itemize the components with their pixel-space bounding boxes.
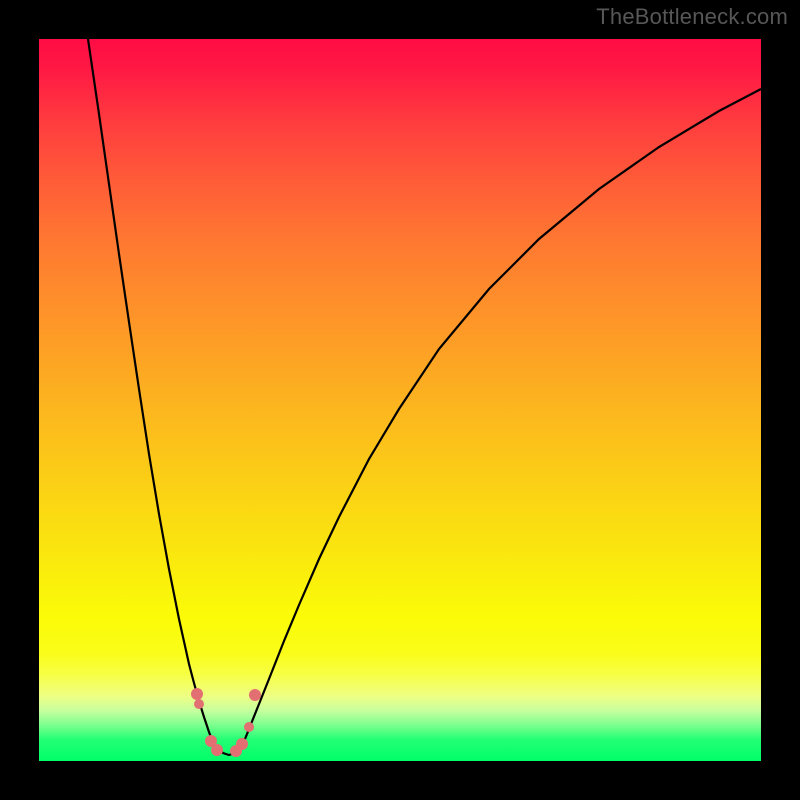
data-marker [236, 738, 248, 750]
curve-right-branch [245, 89, 761, 739]
data-marker [211, 744, 223, 756]
data-marker [249, 689, 261, 701]
data-marker [244, 722, 254, 732]
data-markers [191, 688, 261, 757]
chart-svg [39, 39, 761, 761]
outer-frame: TheBottleneck.com [0, 0, 800, 800]
attribution-label: TheBottleneck.com [596, 4, 788, 30]
curve-left-branch [88, 39, 212, 740]
plot-area [39, 39, 761, 761]
data-marker [194, 699, 204, 709]
data-marker [191, 688, 203, 700]
curve-group [88, 39, 761, 755]
